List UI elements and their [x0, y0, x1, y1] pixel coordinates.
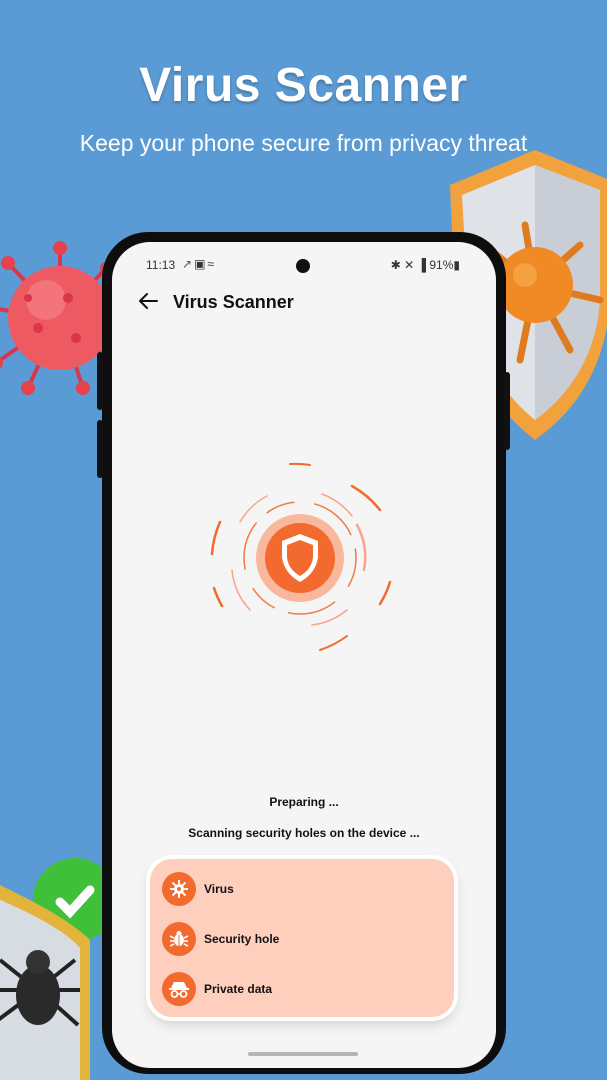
arrow-left-icon — [139, 293, 158, 309]
wifi-call-icon: ≈ — [207, 257, 216, 271]
notification-icons: ↗▣≈ — [182, 257, 216, 271]
shield-spider-illustration-icon — [0, 858, 105, 1080]
list-item: Private data — [162, 972, 442, 1006]
mute-icon: ✕ — [404, 258, 415, 272]
volume-button — [97, 420, 103, 478]
back-button[interactable] — [130, 286, 166, 322]
list-item: Security hole — [162, 922, 442, 956]
virus-illustration-icon — [0, 241, 108, 395]
system-icons: ✱ ✕ ▐ 91%▮ — [391, 258, 460, 272]
bug-icon — [162, 922, 196, 956]
front-camera — [296, 259, 310, 273]
scan-detail: Scanning security holes on the device ..… — [188, 826, 420, 840]
check-label: Virus — [204, 882, 234, 896]
scan-radar-graphic — [210, 462, 392, 651]
page-title: Virus Scanner — [173, 292, 294, 312]
incognito-icon — [162, 972, 196, 1006]
battery-icon: ▮ — [453, 258, 460, 272]
phone-screen: 11:13 ↗▣≈ ✱ ✕ ▐ 91%▮ Virus Scanner Prepa… — [112, 242, 496, 1068]
check-label: Security hole — [204, 932, 280, 946]
app-bar: Virus Scanner — [112, 286, 496, 338]
status-bar: 11:13 ↗▣≈ ✱ ✕ ▐ 91%▮ — [112, 242, 496, 286]
power-button — [504, 372, 510, 450]
bluetooth-icon: ✱ — [390, 258, 401, 272]
signal-icon: ▐ — [417, 258, 427, 272]
virus-icon — [162, 872, 196, 906]
battery-level: 91% — [429, 258, 454, 272]
status-time: 11:13 — [146, 258, 176, 272]
rocket-icon: ↗ — [182, 257, 195, 271]
list-item: Virus — [162, 872, 442, 906]
volume-button — [97, 352, 103, 410]
scan-status: Preparing ... — [269, 795, 339, 809]
image-icon: ▣ — [194, 257, 208, 271]
promo-title: Virus Scanner — [139, 59, 468, 112]
home-indicator[interactable] — [248, 1052, 358, 1056]
check-label: Private data — [204, 982, 273, 996]
scan-checklist: Virus Security hole Private data — [150, 859, 454, 1017]
